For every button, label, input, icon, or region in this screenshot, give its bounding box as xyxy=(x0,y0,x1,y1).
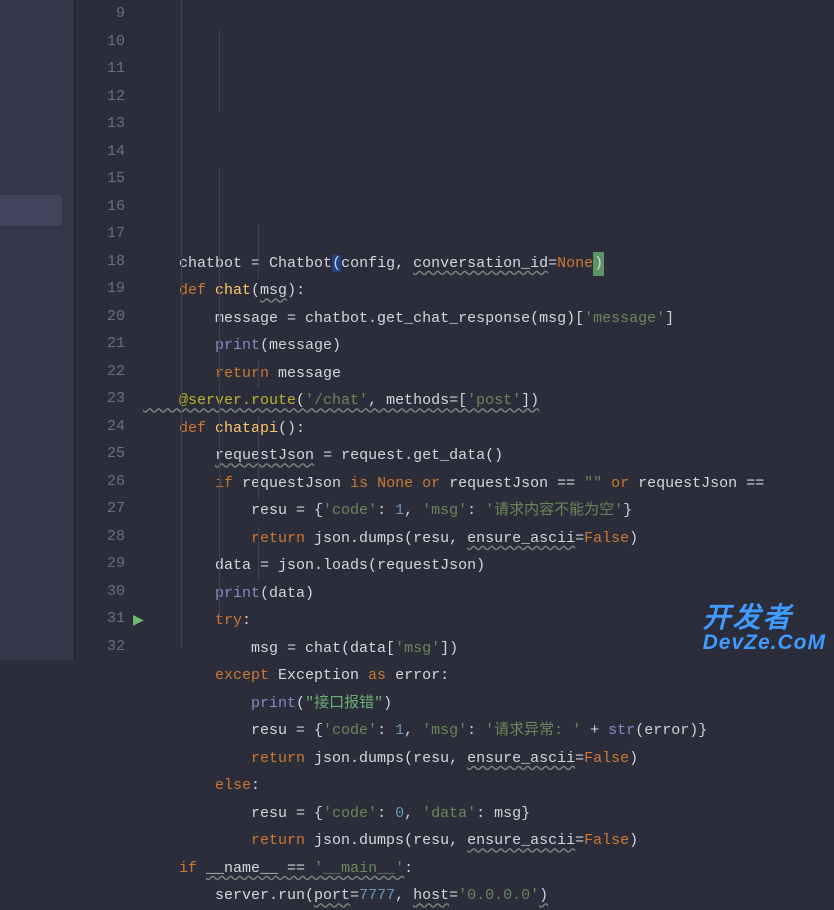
code-line[interactable]: @server.route('/chat', methods=['post']) xyxy=(143,387,764,415)
code-line[interactable]: print("接口报错") xyxy=(143,690,764,718)
line-number: 26 xyxy=(75,468,125,496)
line-number: 24 xyxy=(75,413,125,441)
line-number: 9 xyxy=(75,0,125,28)
code-line[interactable]: return json.dumps(resu, ensure_ascii=Fal… xyxy=(143,745,764,773)
code-line[interactable]: return json.dumps(resu, ensure_ascii=Fal… xyxy=(143,827,764,855)
code-line[interactable]: if requestJson is None or requestJson ==… xyxy=(143,470,764,498)
code-line[interactable]: message = chatbot.get_chat_response(msg)… xyxy=(143,305,764,333)
line-number: 17 xyxy=(75,220,125,248)
code-line[interactable]: print(data) xyxy=(143,580,764,608)
code-line[interactable]: data = json.loads(requestJson) xyxy=(143,552,764,580)
code-line[interactable]: server.run(port=7777, host='0.0.0.0') xyxy=(143,882,764,910)
code-line[interactable]: def chatapi(): xyxy=(143,415,764,443)
line-number: 10 xyxy=(75,28,125,56)
line-number: 23 xyxy=(75,385,125,413)
code-line[interactable]: resu = {'code': 0, 'data': msg} xyxy=(143,800,764,828)
code-line[interactable]: resu = {'code': 1, 'msg': '请求异常: ' + str… xyxy=(143,717,764,745)
line-number: 29 xyxy=(75,550,125,578)
line-number: 12 xyxy=(75,83,125,111)
line-number: 22 xyxy=(75,358,125,386)
code-line[interactable]: else: xyxy=(143,772,764,800)
line-number: 30 xyxy=(75,578,125,606)
left-sidebar xyxy=(0,0,75,660)
line-number: 13 xyxy=(75,110,125,138)
code-line[interactable]: resu = {'code': 1, 'msg': '请求内容不能为空'} xyxy=(143,497,764,525)
line-number: 32 xyxy=(75,633,125,661)
line-number: 15 xyxy=(75,165,125,193)
code-line[interactable]: def chat(msg): xyxy=(143,277,764,305)
line-number: 16 xyxy=(75,193,125,221)
line-number: 11 xyxy=(75,55,125,83)
code-line[interactable]: return json.dumps(resu, ensure_ascii=Fal… xyxy=(143,525,764,553)
line-number: 14 xyxy=(75,138,125,166)
code-line[interactable]: requestJson = request.get_data() xyxy=(143,442,764,470)
code-line[interactable]: msg = chat(data['msg']) xyxy=(143,635,764,663)
line-number-gutter: 9101112131415161718192021222324252627282… xyxy=(75,0,143,660)
code-line[interactable]: print(message) xyxy=(143,332,764,360)
sidebar-collapsed-handle[interactable] xyxy=(0,195,62,226)
code-line[interactable]: if __name__ == '__main__': xyxy=(143,855,764,883)
line-number: 21 xyxy=(75,330,125,358)
line-number: 27 xyxy=(75,495,125,523)
code-line[interactable]: except Exception as error: xyxy=(143,662,764,690)
code-content[interactable]: chatbot = Chatbot(config, conversation_i… xyxy=(143,0,764,660)
line-number: 18 xyxy=(75,248,125,276)
code-line[interactable]: chatbot = Chatbot(config, conversation_i… xyxy=(143,250,764,278)
line-number: 31 xyxy=(75,605,125,633)
line-number: 20 xyxy=(75,303,125,331)
line-number: 19 xyxy=(75,275,125,303)
code-editor[interactable]: 9101112131415161718192021222324252627282… xyxy=(75,0,834,660)
line-number: 28 xyxy=(75,523,125,551)
code-line[interactable]: return message xyxy=(143,360,764,388)
line-number: 25 xyxy=(75,440,125,468)
code-line[interactable]: try: xyxy=(143,607,764,635)
